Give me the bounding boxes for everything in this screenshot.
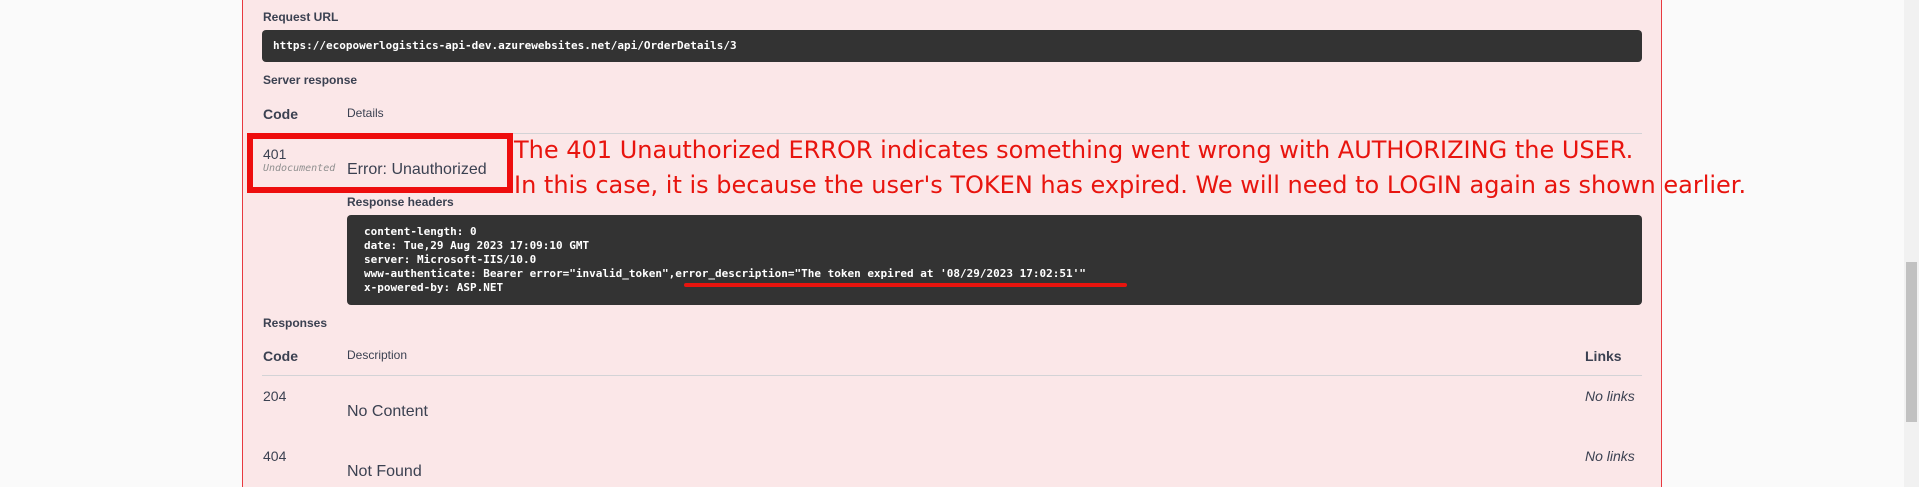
responses-links-header: Links	[1585, 348, 1622, 364]
response-headers-label: Response headers	[347, 195, 454, 209]
response-row-links: No links	[1585, 448, 1635, 464]
request-url-label: Request URL	[263, 10, 339, 24]
server-response-label: Server response	[263, 73, 358, 87]
header-date: date: Tue,29 Aug 2023 17:09:10 GMT	[364, 239, 590, 252]
response-row-code: 404	[263, 448, 287, 464]
responses-label: Responses	[263, 316, 328, 330]
response-row-description: Not Found	[347, 463, 422, 480]
header-server: server: Microsoft-IIS/10.0	[364, 253, 537, 266]
server-response-details-header: Details	[347, 106, 384, 120]
annotation-line-2: In this case, it is because the user's T…	[514, 171, 1747, 199]
scrollbar-thumb[interactable]	[1906, 262, 1917, 422]
response-headers-block[interactable]: content-length: 0 date: Tue,29 Aug 2023 …	[347, 215, 1642, 305]
response-row-links: No links	[1585, 388, 1635, 404]
vertical-scrollbar[interactable]	[1904, 0, 1919, 487]
header-content-length: content-length: 0	[364, 225, 477, 238]
annotation-underline	[684, 283, 1127, 287]
responses-code-header: Code	[263, 348, 298, 364]
response-row-code: 204	[263, 388, 287, 404]
response-row-description: No Content	[347, 403, 428, 420]
annotation-line-1: The 401 Unauthorized ERROR indicates som…	[514, 136, 1634, 164]
header-www-authenticate: www-authenticate: Bearer error="invalid_…	[364, 267, 1086, 280]
request-url-value[interactable]: https://ecopowerlogistics-api-dev.azurew…	[262, 30, 1642, 62]
responses-divider	[262, 375, 1642, 376]
server-response-code-header: Code	[263, 106, 298, 122]
responses-description-header: Description	[347, 348, 408, 362]
annotation-highlight-box	[247, 133, 513, 193]
